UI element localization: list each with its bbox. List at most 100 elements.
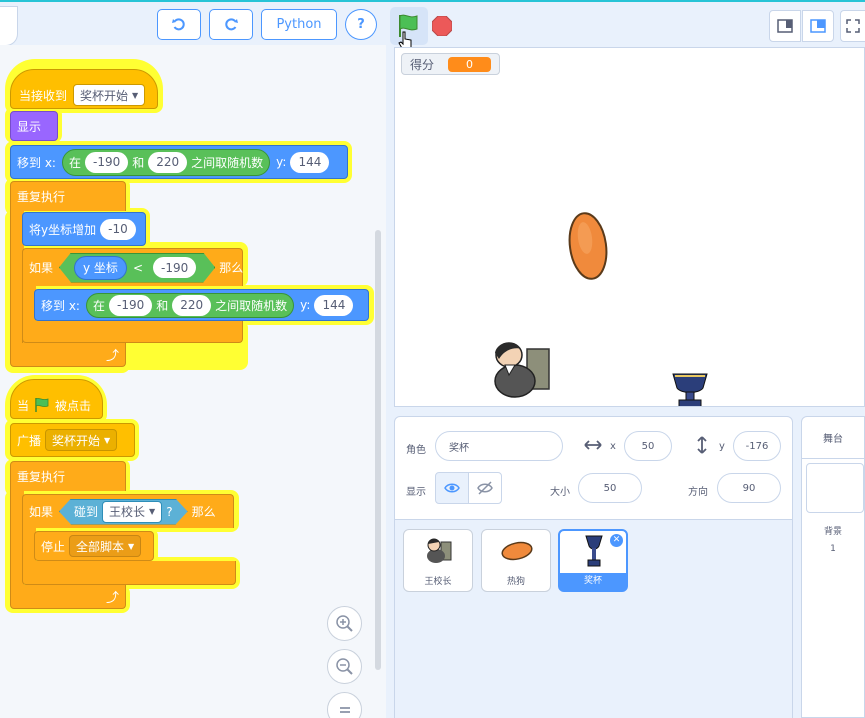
zoom-out-icon (335, 657, 353, 675)
hotdog-thumbnail-icon (501, 541, 533, 561)
compare-value-input[interactable]: -190 (153, 257, 196, 278)
stage-canvas[interactable]: 得分 0 (394, 47, 865, 407)
trophy-sprite[interactable] (669, 370, 711, 407)
if-then-block[interactable]: 如果 y 坐标 < -190 那么 (22, 248, 243, 286)
less-than-operator[interactable]: y 坐标 < -190 (59, 253, 215, 283)
zoom-in-button[interactable] (327, 606, 362, 641)
principal-sprite[interactable] (487, 335, 555, 405)
forever-block-bottom-2: ⤴ (10, 585, 126, 609)
help-button[interactable]: ? (345, 9, 377, 40)
y-position-label: y 坐标 (83, 261, 118, 275)
inner-random-in-label: 在 (92, 298, 105, 313)
if-block-bottom-2 (22, 561, 236, 585)
random-min-input[interactable]: -190 (84, 151, 129, 173)
broadcast-block[interactable]: 广播 奖杯开始 ▼ (10, 423, 135, 457)
goto-y-label: y: (276, 155, 287, 169)
goto-y-input[interactable]: 144 (290, 151, 330, 173)
forever-block-bottom: ⤴ (10, 343, 126, 367)
stop-label: 停止 (41, 539, 66, 554)
broadcast-message-dropdown[interactable]: 奖杯开始 ▼ (45, 429, 118, 451)
inner-random-max-input[interactable]: 220 (172, 294, 212, 316)
sprite-tile-name: 王校长 (424, 577, 452, 587)
inner-goto-y-label: y: (300, 298, 311, 312)
normal-stage-icon (810, 19, 826, 33)
python-button[interactable]: Python (261, 9, 337, 40)
sprite-tile-principal[interactable]: 王校长 (403, 529, 473, 592)
sprite-info-panel: 角色 奖杯 x 50 y -176 显示 大小 50 方向 90 王校长 热狗 … (394, 416, 793, 718)
x-label: x (610, 441, 616, 452)
change-y-input[interactable]: -10 (100, 218, 136, 240)
show-block[interactable]: 显示 (10, 111, 58, 141)
small-stage-button[interactable] (769, 10, 801, 42)
random-suffix-label: 之间取随机数 (191, 155, 264, 170)
random-in-label: 在 (68, 155, 81, 170)
if-touching-block[interactable]: 如果 碰到 王校长 ▼ ? 那么 (22, 494, 234, 528)
random-max-input[interactable]: 220 (148, 151, 188, 173)
fullscreen-button[interactable] (840, 10, 865, 42)
when-receive-hat-block[interactable]: 当接收到 奖杯开始 ▼ (10, 69, 158, 109)
inner-random-min-input[interactable]: -190 (108, 294, 153, 316)
loop-arrow-icon: ⤴ (105, 591, 119, 606)
zoom-reset-button[interactable] (327, 692, 362, 718)
code-scrollbar[interactable] (375, 230, 381, 670)
y-label: y (719, 441, 725, 452)
direction-input[interactable]: 90 (717, 473, 781, 503)
chevron-down-icon: ▼ (104, 435, 111, 445)
x-position-input[interactable]: 50 (624, 431, 672, 461)
inner-goto-xy-block[interactable]: 移到 x: 在 -190 和 220 之间取随机数 y: 144 (34, 289, 369, 321)
show-visible-button[interactable] (435, 472, 469, 504)
loop-arrow-icon: ⤴ (105, 349, 119, 364)
stop-sign-icon[interactable] (432, 16, 452, 36)
fullscreen-icon (846, 19, 860, 33)
horizontal-arrows-icon (584, 440, 602, 450)
left-tab-edge (0, 6, 18, 46)
forever-label-2: 重复执行 (17, 470, 66, 484)
show-label: 显示 (17, 119, 42, 134)
inner-pick-random-reporter[interactable]: 在 -190 和 220 之间取随机数 (85, 292, 295, 318)
sprite-tile-name: 热狗 (506, 577, 525, 587)
score-variable-monitor: 得分 0 (401, 53, 501, 75)
message-dropdown[interactable]: 奖杯开始 ▼ (73, 84, 146, 106)
normal-stage-button[interactable] (802, 10, 834, 42)
stage-target-panel[interactable]: 舞台 背景 1 (801, 416, 865, 718)
sprite-tile-trophy[interactable]: ✕ 奖杯 (558, 529, 628, 592)
stop-option-dropdown[interactable]: 全部脚本 ▼ (69, 535, 142, 557)
green-flag-button[interactable] (390, 7, 428, 51)
change-y-block[interactable]: 将y坐标增加 -10 (22, 212, 146, 246)
green-flag-icon (35, 398, 49, 412)
forever-block-2[interactable]: 重复执行 (10, 461, 126, 491)
when-flag-clicked-hat-block[interactable]: 当 被点击 (10, 379, 103, 419)
y-position-input[interactable]: -176 (733, 431, 781, 461)
sprite-tile-hotdog[interactable]: 热狗 (481, 529, 551, 592)
top-toolbar: Python ? (0, 0, 865, 51)
touch-target-dropdown[interactable]: 王校长 ▼ (102, 501, 162, 523)
zoom-out-button[interactable] (327, 649, 362, 684)
sprite-name-input[interactable]: 奖杯 (435, 431, 563, 461)
inner-goto-x-label: 移到 x: (41, 298, 80, 313)
forever-block[interactable]: 重复执行 (10, 181, 126, 211)
y-position-reporter[interactable]: y 坐标 (74, 256, 127, 280)
sprite-name-label: 角色 (406, 445, 426, 456)
backdrop-label: 背景 (823, 527, 842, 537)
hotdog-sprite[interactable] (565, 210, 611, 282)
stage-thumbnail[interactable] (806, 463, 864, 513)
stop-option-value: 全部脚本 (76, 539, 125, 554)
show-hidden-button[interactable] (468, 472, 502, 504)
inner-goto-y-input[interactable]: 144 (314, 294, 354, 316)
redo-button[interactable] (209, 9, 253, 40)
principal-thumbnail-icon (427, 538, 452, 563)
undo-button[interactable] (157, 9, 201, 40)
pick-random-reporter[interactable]: 在 -190 和 220 之间取随机数 (61, 148, 271, 176)
touching-label: 碰到 (74, 505, 99, 519)
stop-block[interactable]: 停止 全部脚本 ▼ (34, 531, 154, 561)
delete-sprite-icon[interactable]: ✕ (610, 534, 623, 547)
redo-icon (225, 17, 238, 30)
touching-sensing-block[interactable]: 碰到 王校长 ▼ ? (59, 499, 188, 525)
message-dropdown-value: 奖杯开始 (80, 88, 129, 103)
sprite-tile-name: 奖杯 (560, 573, 626, 590)
goto-xy-block[interactable]: 移到 x: 在 -190 和 220 之间取随机数 y: 144 (10, 145, 348, 179)
if-label-2: 如果 (29, 505, 54, 519)
code-workspace[interactable]: 当接收到 奖杯开始 ▼ 显示 移到 x: 在 -190 和 220 之间取随机数 … (0, 45, 386, 718)
size-input[interactable]: 50 (578, 473, 642, 503)
score-value: 0 (448, 56, 492, 72)
